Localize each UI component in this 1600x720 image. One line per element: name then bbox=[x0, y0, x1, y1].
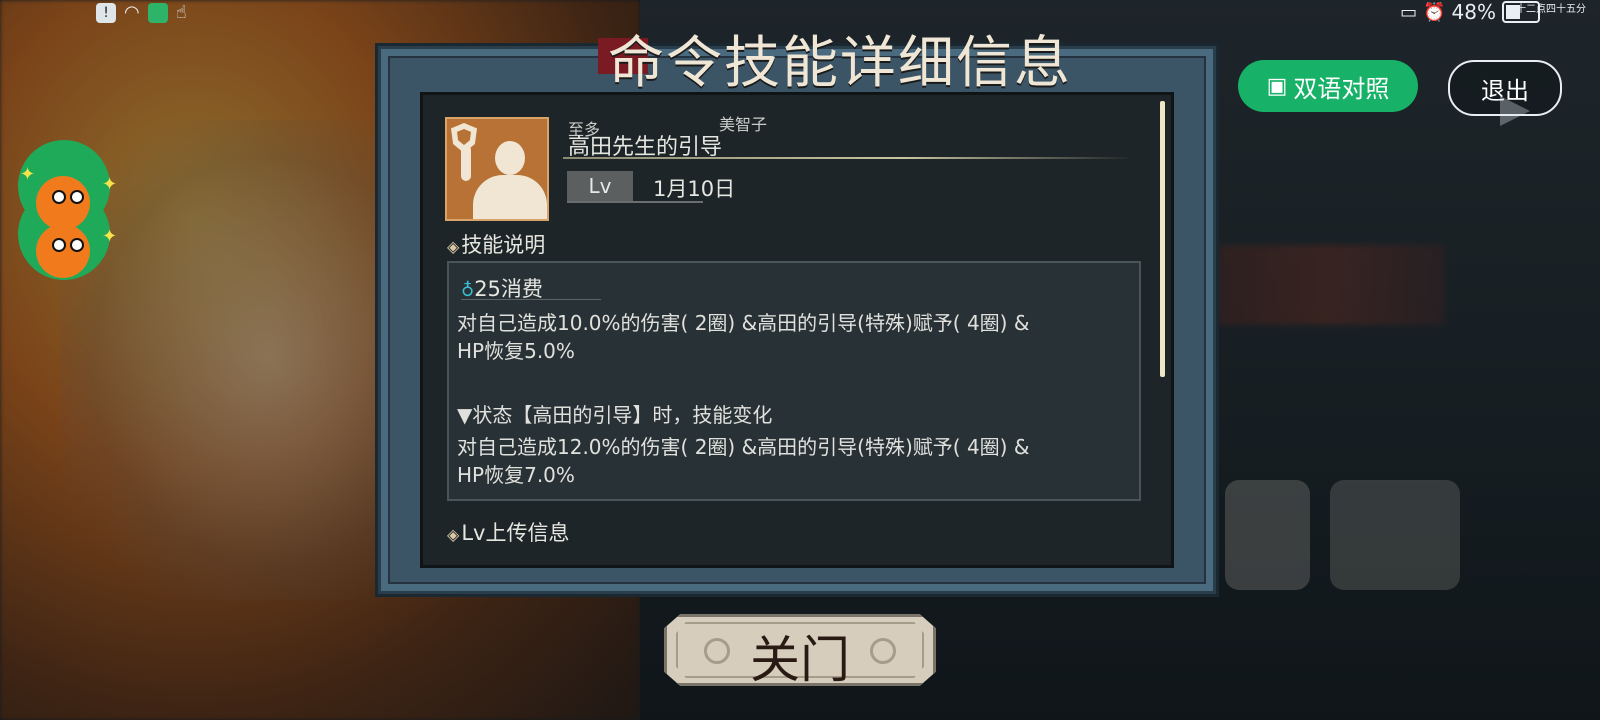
scrollbar[interactable] bbox=[1160, 101, 1165, 377]
lv-label: Lv bbox=[588, 174, 612, 198]
lv-badge: Lv bbox=[567, 171, 633, 201]
close-button[interactable]: 关门 bbox=[664, 614, 936, 689]
battery-percent: 48% bbox=[1451, 0, 1496, 24]
diamond-icon: ◈ bbox=[447, 237, 460, 256]
description-line: HP恢复7.0% bbox=[457, 463, 575, 487]
skill-portrait bbox=[445, 117, 549, 221]
water-drop-icon: ♁ bbox=[461, 280, 475, 301]
clock-text: 十二点四十五分 bbox=[1516, 4, 1586, 15]
description-line: 对自己造成10.0%的伤害( 2圈) &高田的引导(特殊)赋予( 4圈) & bbox=[457, 311, 1030, 335]
diamond-icon: ◈ bbox=[447, 525, 460, 544]
state-change-line: ▼状态【高田的引导】时，技能变化 bbox=[457, 403, 773, 427]
dialog-content-panel[interactable]: 至多 美智子 高田先生的引导 Lv 1月10日 ◈技能说明 ♁25消费 对自己造… bbox=[420, 92, 1174, 568]
section-label: 技能说明 bbox=[461, 233, 546, 257]
divider bbox=[563, 157, 1133, 159]
divider bbox=[567, 201, 703, 203]
alert-icon: ! bbox=[96, 2, 116, 23]
skill-detail-dialog: 命令技能详细信息 至多 美智子 高田先生的引导 Lv 1月10日 ◈技能说明 ♁… bbox=[378, 31, 1216, 594]
cast-icon: ▭ bbox=[1400, 1, 1418, 23]
translate-icon: ▣ bbox=[1266, 73, 1288, 99]
touch-icon: ☝ bbox=[175, 2, 187, 23]
floating-assistant-bubble[interactable]: ✦ ✦ ✦ bbox=[18, 140, 117, 280]
dialog-title-plate: 命令技能详细信息 bbox=[598, 22, 1070, 96]
alarm-icon: ⏰ bbox=[1423, 1, 1446, 23]
section-skill-description: ◈技能说明 bbox=[447, 229, 545, 259]
section-lv-info: ◈Lv上传信息 bbox=[447, 517, 569, 547]
close-label: 关门 bbox=[750, 631, 850, 689]
section-label: Lv上传信息 bbox=[461, 521, 570, 545]
app-notification-icon bbox=[147, 2, 168, 23]
lv-value: 1月10日 bbox=[653, 177, 736, 201]
bilingual-compare-button[interactable]: ▣ 双语对照 bbox=[1238, 60, 1418, 112]
description-line: HP恢复5.0% bbox=[457, 339, 575, 363]
wifi-icon: ◠ bbox=[124, 2, 140, 23]
description-line: 对自己造成12.0%的伤害( 2圈) &高田的引导(特殊)赋予( 4圈) & bbox=[457, 435, 1030, 459]
cost-label: 25消费 bbox=[474, 277, 543, 301]
play-arrow-icon bbox=[1500, 96, 1530, 126]
bilingual-label: 双语对照 bbox=[1293, 74, 1390, 103]
furigana-right: 美智子 bbox=[719, 115, 768, 134]
dialog-title: 命令技能详细信息 bbox=[608, 31, 1072, 96]
skill-description-box: ♁25消费 对自己造成10.0%的伤害( 2圈) &高田的引导(特殊)赋予( 4… bbox=[447, 261, 1141, 501]
